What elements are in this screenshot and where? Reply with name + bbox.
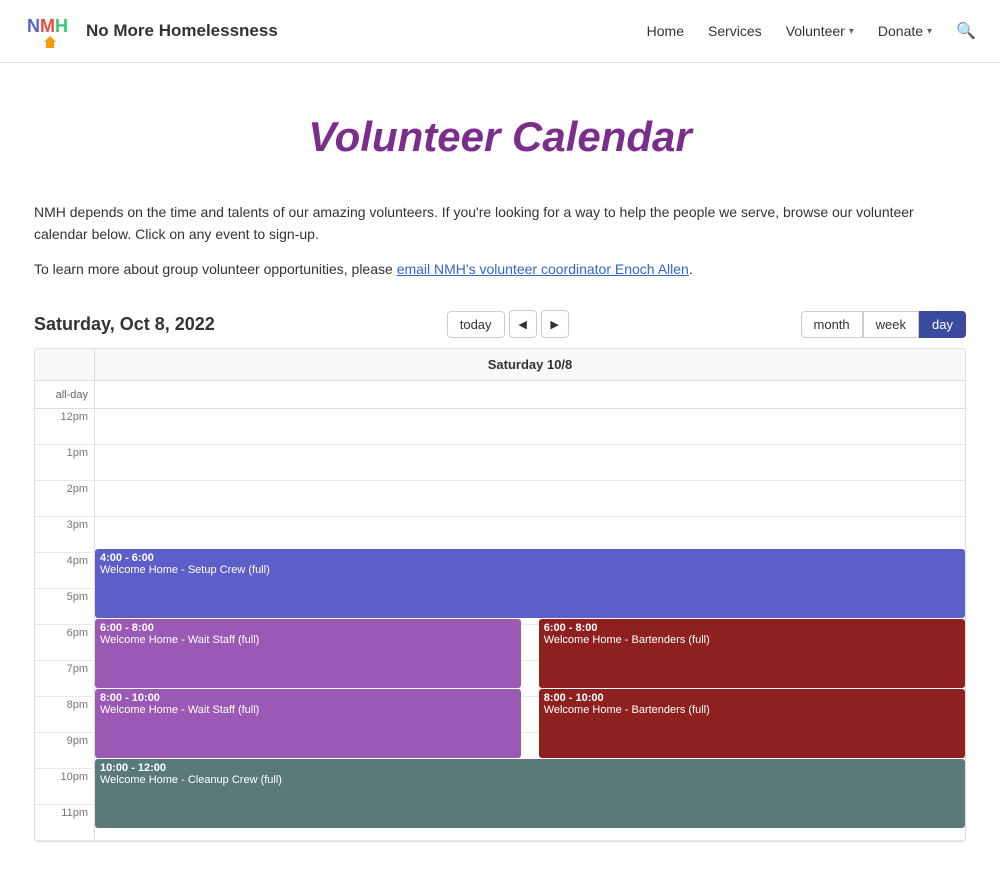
all-day-row: all-day (35, 381, 965, 409)
day-view-button[interactable]: day (919, 311, 966, 338)
prev-button[interactable]: ◀ (509, 310, 537, 338)
description-paragraph-2: To learn more about group volunteer oppo… (34, 258, 966, 280)
calendar-event-ev5[interactable]: 8:00 - 10:00Welcome Home - Bartenders (f… (539, 689, 965, 758)
calendar-container: Saturday, Oct 8, 2022 today ◀ ▶ month we… (34, 310, 966, 842)
nav-home[interactable]: Home (647, 23, 684, 39)
hour-row-2pm: 2pm (35, 481, 965, 517)
chevron-down-icon: ▾ (849, 26, 854, 37)
description-paragraph-1: NMH depends on the time and talents of o… (34, 201, 966, 246)
volunteer-coordinator-link[interactable]: email NMH's volunteer coordinator Enoch … (397, 261, 689, 277)
calendar-event-ev1[interactable]: 4:00 - 6:00Welcome Home - Setup Crew (fu… (95, 549, 965, 618)
chevron-down-icon: ▾ (927, 26, 932, 37)
calendar-view-buttons: month week day (801, 311, 966, 338)
calendar-date-label: Saturday, Oct 8, 2022 (34, 314, 215, 335)
search-icon[interactable]: 🔍 (956, 21, 976, 41)
site-logo: N M H (24, 10, 76, 52)
logo-area: N M H No More Homelessness (24, 10, 278, 52)
page-title: Volunteer Calendar (34, 113, 966, 161)
main-nav: Home Services Volunteer ▾ Donate ▾ 🔍 (647, 21, 976, 41)
next-button[interactable]: ▶ (541, 310, 569, 338)
svg-text:N: N (27, 16, 40, 36)
calendar-grid: Saturday 10/8 all-day 12pm 1pm 2p (34, 348, 966, 842)
hour-row-1pm: 1pm (35, 445, 965, 481)
time-header-spacer (35, 349, 95, 380)
calendar-body: 12pm 1pm 2pm 3pm 4pm (35, 409, 965, 841)
calendar-event-ev3[interactable]: 6:00 - 8:00Welcome Home - Bartenders (fu… (539, 619, 965, 688)
calendar-day-header: Saturday 10/8 (95, 349, 965, 380)
all-day-label: all-day (35, 381, 95, 408)
calendar-event-ev2[interactable]: 6:00 - 8:00Welcome Home - Wait Staff (fu… (95, 619, 521, 688)
main-content: Volunteer Calendar NMH depends on the ti… (10, 63, 990, 882)
calendar-event-ev6[interactable]: 10:00 - 12:00Welcome Home - Cleanup Crew… (95, 759, 965, 828)
all-day-content (95, 381, 965, 408)
week-view-button[interactable]: week (863, 311, 919, 338)
nav-services[interactable]: Services (708, 23, 762, 39)
calendar-header-row: Saturday 10/8 (35, 349, 965, 381)
svg-text:M: M (40, 16, 55, 36)
svg-text:H: H (55, 16, 68, 36)
calendar-event-ev4[interactable]: 8:00 - 10:00Welcome Home - Wait Staff (f… (95, 689, 521, 758)
nav-donate[interactable]: Donate ▾ (878, 23, 932, 39)
month-view-button[interactable]: month (801, 311, 863, 338)
hour-row-3pm: 3pm (35, 517, 965, 553)
site-header: N M H No More Homelessness Home Services… (0, 0, 1000, 63)
calendar-nav-controls: today ◀ ▶ (447, 310, 569, 338)
site-title: No More Homelessness (86, 21, 278, 41)
hour-row-12pm: 12pm (35, 409, 965, 445)
calendar-toolbar: Saturday, Oct 8, 2022 today ◀ ▶ month we… (34, 310, 966, 338)
nav-volunteer[interactable]: Volunteer ▾ (786, 23, 854, 39)
today-button[interactable]: today (447, 311, 505, 338)
